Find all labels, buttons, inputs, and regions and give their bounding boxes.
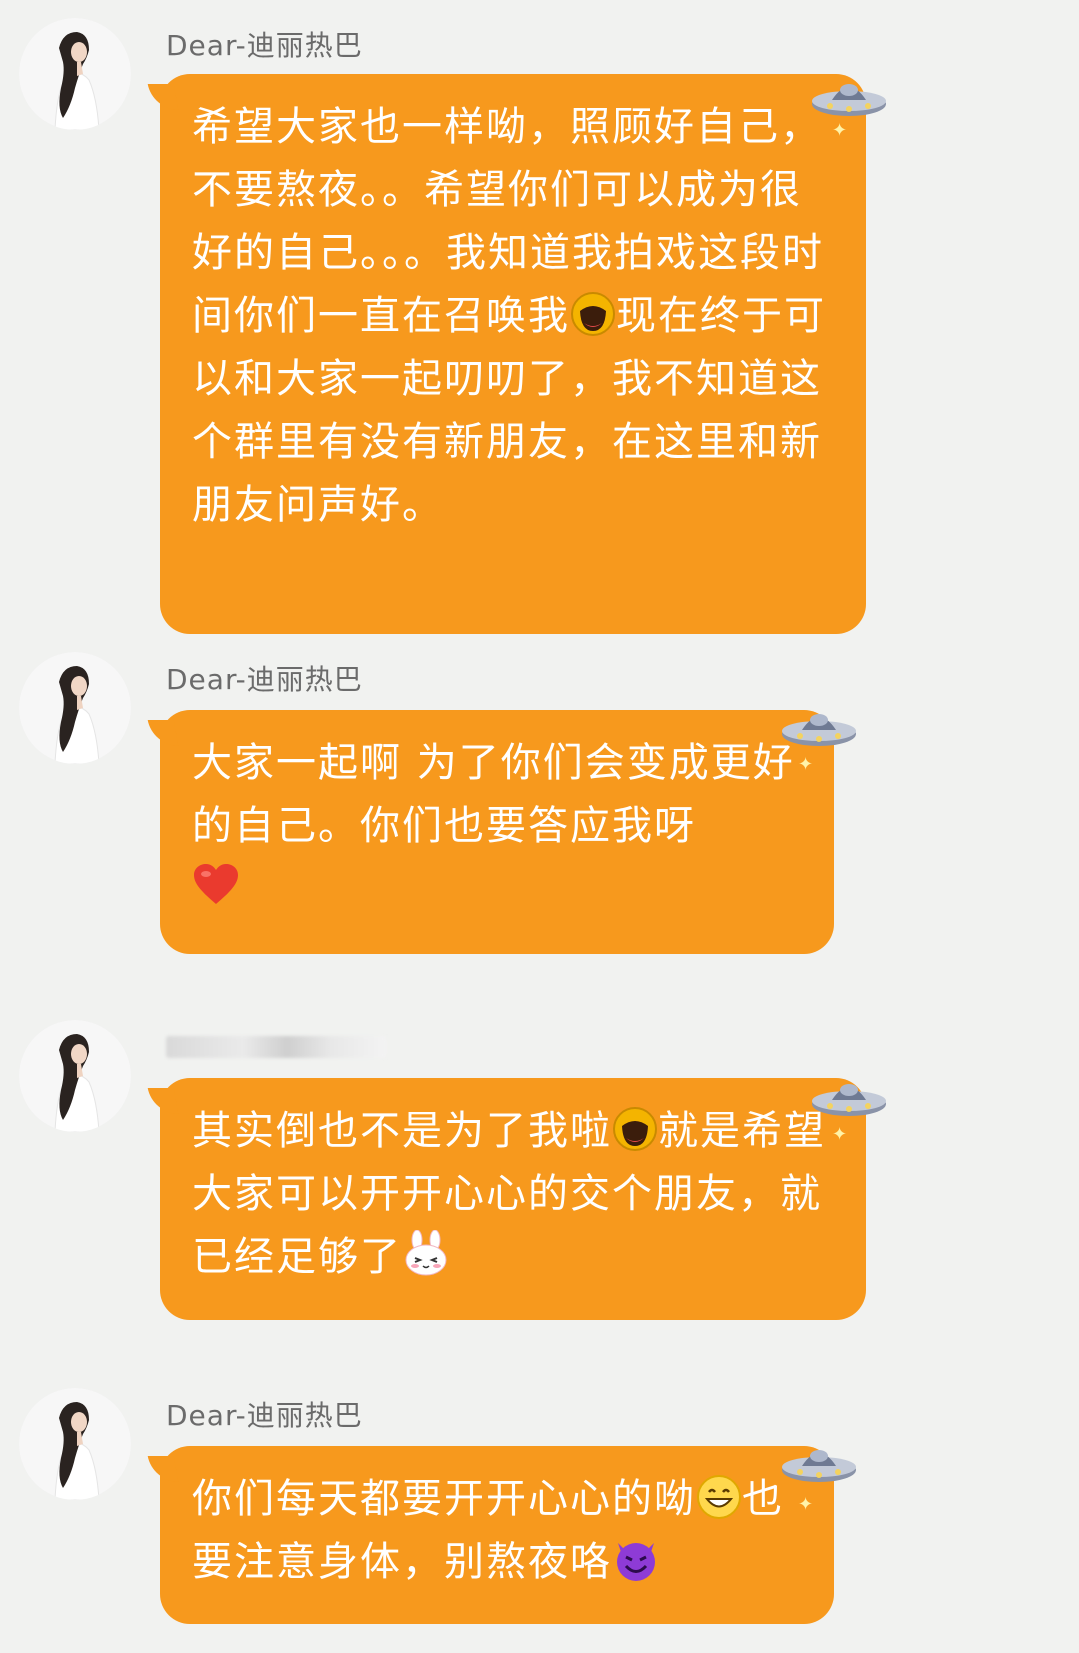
ufo-decoration-icon bbox=[812, 1084, 886, 1116]
message-text: 大家一起啊 为了你们会变成更好的自己。你们也要答应我呀 bbox=[192, 732, 804, 908]
bunny-face-icon bbox=[402, 1229, 448, 1276]
message-bubble[interactable]: 希望大家也一样呦，照顾好自己，不要熬夜。。希望你们可以成为很好的自己。。。我知道… bbox=[160, 74, 866, 634]
sender-name-redacted bbox=[166, 1036, 386, 1058]
message-bubble[interactable]: 其实倒也不是为了我啦 就是希望大家可以开开心心的交个朋友，就已经足够了 bbox=[160, 1078, 866, 1320]
ufo-decoration-icon bbox=[782, 714, 856, 746]
grinning-face-icon bbox=[612, 1106, 658, 1152]
sender-name: Dear-迪丽热巴 bbox=[166, 1399, 363, 1432]
avatar[interactable] bbox=[19, 18, 131, 130]
ufo-decoration-icon bbox=[782, 1450, 856, 1482]
sparkle-icon: ✦ bbox=[832, 1124, 848, 1145]
message-text-part: 大家一起啊 为了你们会变成更好的自己。你们也要答应我呀 bbox=[192, 740, 795, 849]
grinning-face-icon bbox=[570, 291, 616, 337]
ufo-decoration-icon bbox=[812, 84, 886, 116]
sender-name: Dear-迪丽热巴 bbox=[166, 29, 363, 62]
message-text: 希望大家也一样呦，照顾好自己，不要熬夜。。希望你们可以成为很好的自己。。。我知道… bbox=[192, 96, 836, 537]
sparkle-icon: ✦ bbox=[832, 120, 848, 141]
avatar[interactable] bbox=[19, 1020, 131, 1132]
sender-name: Dear-迪丽热巴 bbox=[166, 663, 363, 696]
message-bubble[interactable]: 你们每天都要开开心心的呦 也要注意身体，别熬夜咯 bbox=[160, 1446, 834, 1624]
smiling-devil-icon bbox=[612, 1535, 658, 1581]
message-text-part: 你们每天都要开开心心的呦 bbox=[192, 1476, 696, 1522]
message-text-part: 其实倒也不是为了我啦 bbox=[192, 1108, 612, 1154]
message-text: 你们每天都要开开心心的呦 也要注意身体，别熬夜咯 bbox=[192, 1468, 804, 1594]
message-bubble[interactable]: 大家一起啊 为了你们会变成更好的自己。你们也要答应我呀 bbox=[160, 710, 834, 954]
message-text: 其实倒也不是为了我啦 就是希望大家可以开开心心的交个朋友，就已经足够了 bbox=[192, 1100, 836, 1289]
red-heart-icon bbox=[192, 862, 238, 908]
sparkle-icon: ✦ bbox=[798, 1494, 814, 1515]
avatar[interactable] bbox=[19, 652, 131, 764]
sparkle-icon: ✦ bbox=[798, 754, 814, 775]
smiling-face-icon bbox=[696, 1474, 742, 1520]
avatar[interactable] bbox=[19, 1388, 131, 1500]
